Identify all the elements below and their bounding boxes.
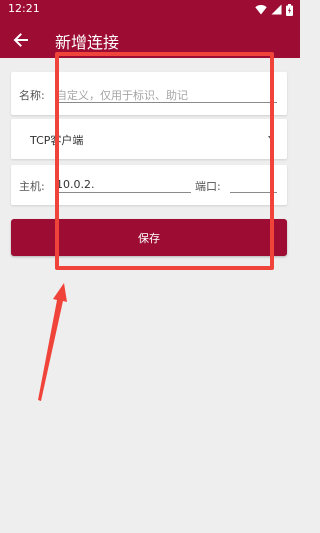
port-label: 端口: (195, 180, 221, 193)
app-bar: 12:21 新增连接 (0, 0, 300, 58)
status-bar: 12:21 (0, 0, 300, 20)
save-button[interactable]: 保存 (11, 219, 287, 256)
signal-icon (271, 4, 282, 15)
port-input-underline (230, 192, 277, 193)
connection-type-value: TCP客户端 (30, 134, 84, 147)
status-time: 12:21 (8, 2, 40, 15)
name-input-underline (55, 102, 277, 103)
page-title: 新增连接 (55, 33, 120, 52)
host-input-underline (55, 192, 191, 193)
chevron-down-icon (268, 136, 274, 140)
toolbar: 新增连接 (0, 22, 300, 58)
connection-type-select[interactable]: TCP客户端 (11, 119, 287, 159)
name-card: 名称: 自定义，仅用于标识、助记 (11, 72, 287, 115)
name-label: 名称: (19, 89, 45, 102)
status-icons (255, 3, 293, 16)
back-button[interactable] (11, 30, 31, 50)
battery-icon (286, 3, 293, 16)
host-card: 主机: 10.0.2. 端口: (11, 165, 287, 205)
host-label: 主机: (19, 180, 45, 193)
host-input[interactable]: 10.0.2. (56, 178, 94, 191)
type-card: TCP客户端 (11, 119, 287, 159)
arrow-left-icon (13, 33, 28, 47)
wifi-icon (255, 4, 267, 15)
name-input[interactable]: 自定义，仅用于标识、助记 (56, 87, 188, 103)
